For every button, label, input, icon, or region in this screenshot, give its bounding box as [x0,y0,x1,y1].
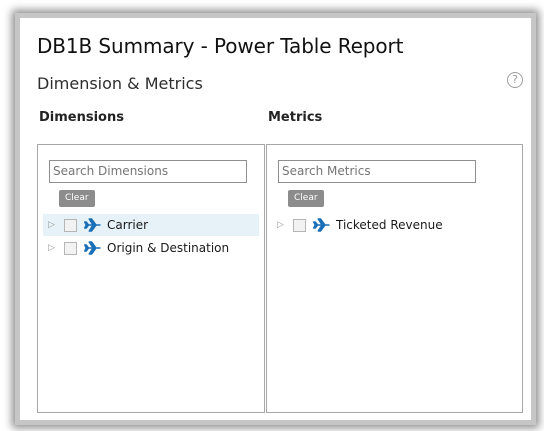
search-metrics-input[interactable] [278,160,476,183]
page-title: DB1B Summary - Power Table Report [37,34,404,58]
tree-item-label: Ticketed Revenue [336,218,443,232]
metrics-panel: Clear ▷ Ticketed Revenue [266,144,523,413]
dimensions-heading: Dimensions [39,110,124,125]
tree-item-ticketed-revenue[interactable]: ▷ Ticketed Revenue [272,214,472,236]
tree-item-carrier[interactable]: ▷ Carrier [43,214,259,236]
report-dialog: DB1B Summary - Power Table Report Dimens… [15,13,536,425]
search-dimensions-input[interactable] [49,160,247,183]
tree-item-label: Carrier [107,218,149,232]
airplane-icon [84,241,101,255]
tree-item-label: Origin & Destination [107,241,230,255]
expand-arrow-icon[interactable]: ▷ [48,243,56,253]
expand-arrow-icon[interactable]: ▷ [48,220,56,230]
airplane-icon [84,218,101,232]
help-icon[interactable]: ? [507,72,523,88]
dimensions-panel: Clear ▷ Carrier ▷ Origin & Destination [37,144,265,413]
clear-metrics-button[interactable]: Clear [288,190,324,207]
origin-destination-checkbox[interactable] [64,241,77,255]
tree-item-origin-destination[interactable]: ▷ Origin & Destination [43,237,259,259]
metrics-heading: Metrics [268,110,323,125]
expand-arrow-icon[interactable]: ▷ [277,220,285,230]
section-title: Dimension & Metrics [37,74,203,93]
airplane-icon [313,218,330,232]
clear-dimensions-button[interactable]: Clear [59,190,95,207]
ticketed-revenue-checkbox[interactable] [293,218,306,232]
carrier-checkbox[interactable] [64,218,77,232]
